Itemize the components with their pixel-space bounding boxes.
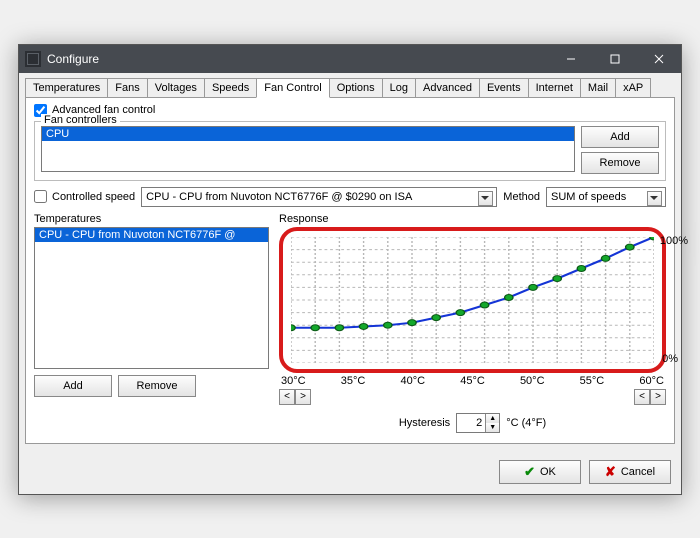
tab-options[interactable]: Options	[329, 78, 383, 97]
tab-internet[interactable]: Internet	[528, 78, 581, 97]
scroll-left-button-2[interactable]: <	[634, 389, 650, 405]
method-label: Method	[503, 191, 540, 203]
ok-button[interactable]: ✔ OK	[499, 460, 581, 484]
hysteresis-label: Hysteresis	[399, 417, 450, 429]
cancel-button[interactable]: ✘ Cancel	[589, 460, 671, 484]
temperatures-list[interactable]: CPU - CPU from Nuvoton NCT6776F @	[34, 227, 269, 369]
list-item[interactable]: CPU - CPU from Nuvoton NCT6776F @	[35, 228, 268, 242]
scroll-right-button[interactable]: >	[295, 389, 311, 405]
tab-advanced[interactable]: Advanced	[415, 78, 480, 97]
x-tick: 35°C	[341, 375, 366, 387]
scroll-right-button-2[interactable]: >	[650, 389, 666, 405]
window-title: Configure	[47, 52, 549, 66]
configure-window: Configure TemperaturesFansVoltagesSpeeds…	[18, 44, 682, 495]
x-tick: 50°C	[520, 375, 545, 387]
app-icon	[25, 51, 41, 67]
y-min-label: 0%	[662, 353, 678, 365]
x-tick: 60°C	[639, 375, 664, 387]
tab-log[interactable]: Log	[382, 78, 416, 97]
tab-voltages[interactable]: Voltages	[147, 78, 205, 97]
fan-controllers-group: Fan controllers CPU Add Remove	[34, 121, 666, 181]
check-icon: ✔	[524, 464, 535, 480]
tab-fans[interactable]: Fans	[107, 78, 147, 97]
method-value: SUM of speeds	[551, 191, 626, 203]
tab-xap[interactable]: xAP	[615, 78, 651, 97]
controlled-speed-input[interactable]	[34, 190, 47, 203]
remove-temperature-button[interactable]: Remove	[118, 375, 196, 397]
controlled-speed-checkbox[interactable]: Controlled speed	[34, 190, 135, 203]
spinner-down-icon[interactable]: ▼	[486, 423, 499, 432]
ok-label: OK	[540, 466, 556, 478]
remove-controller-button[interactable]: Remove	[581, 152, 659, 174]
response-label: Response	[279, 213, 666, 225]
x-tick: 40°C	[400, 375, 425, 387]
x-tick: 30°C	[281, 375, 306, 387]
cancel-label: Cancel	[621, 466, 655, 478]
add-controller-button[interactable]: Add	[581, 126, 659, 148]
tab-strip: TemperaturesFansVoltagesSpeedsFan Contro…	[25, 78, 675, 98]
maximize-button[interactable]	[593, 45, 637, 73]
spinner-up-icon[interactable]: ▲	[486, 414, 499, 423]
x-axis-ticks: 30°C 35°C 40°C 45°C 50°C 55°C 60°C	[279, 375, 666, 387]
hysteresis-spinner[interactable]: ▲ ▼	[456, 413, 500, 433]
tab-temperatures[interactable]: Temperatures	[25, 78, 108, 97]
temperatures-label: Temperatures	[34, 213, 269, 225]
scroll-left-button[interactable]: <	[279, 389, 295, 405]
dialog-footer: ✔ OK ✘ Cancel	[19, 450, 681, 494]
fan-controllers-list[interactable]: CPU	[41, 126, 575, 172]
y-max-label: 100%	[660, 235, 688, 247]
x-tick: 55°C	[580, 375, 605, 387]
tab-fan-control[interactable]: Fan Control	[256, 78, 329, 98]
minimize-button[interactable]	[549, 45, 593, 73]
response-chart[interactable]: 100% 0%	[291, 237, 654, 363]
tab-events[interactable]: Events	[479, 78, 529, 97]
hysteresis-unit: °C (4°F)	[506, 417, 546, 429]
x-tick: 45°C	[460, 375, 485, 387]
advanced-fan-control-checkbox[interactable]: Advanced fan control	[34, 104, 666, 117]
fan-controllers-title: Fan controllers	[41, 114, 120, 126]
hysteresis-input[interactable]	[457, 414, 485, 432]
titlebar: Configure	[19, 45, 681, 73]
controlled-speed-select[interactable]: CPU - CPU from Nuvoton NCT6776F @ $0290 …	[141, 187, 497, 207]
close-button[interactable]	[637, 45, 681, 73]
method-select[interactable]: SUM of speeds	[546, 187, 666, 207]
add-temperature-button[interactable]: Add	[34, 375, 112, 397]
controlled-speed-value: CPU - CPU from Nuvoton NCT6776F @ $0290 …	[146, 191, 412, 203]
tab-speeds[interactable]: Speeds	[204, 78, 257, 97]
response-chart-frame: 100% 0%	[279, 227, 666, 373]
tab-mail[interactable]: Mail	[580, 78, 616, 97]
tab-panel-fan-control: Advanced fan control Fan controllers CPU…	[25, 97, 675, 444]
list-item[interactable]: CPU	[42, 127, 574, 141]
x-icon: ✘	[605, 464, 616, 480]
controlled-speed-label: Controlled speed	[52, 191, 135, 203]
